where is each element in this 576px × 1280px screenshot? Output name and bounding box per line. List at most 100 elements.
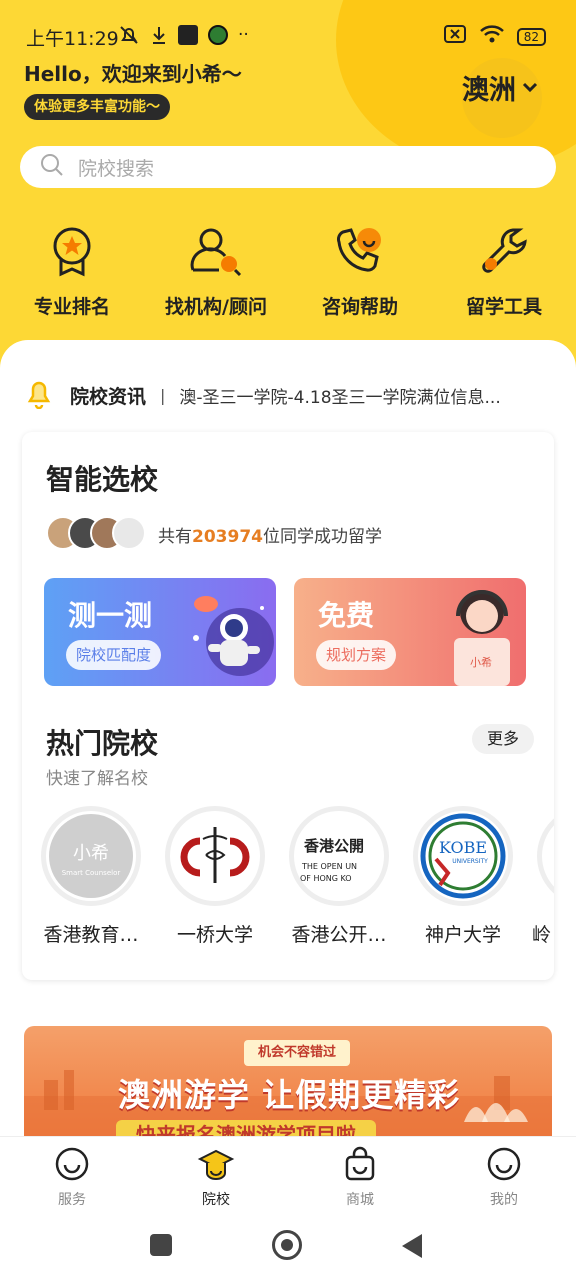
logo-subtext: THE OPEN UN: [301, 862, 357, 871]
school-name: 香港公开…: [291, 924, 387, 946]
wifi-icon: [479, 24, 505, 49]
mascot-label: 小希: [470, 655, 492, 669]
region-label: 澳洲: [462, 75, 516, 106]
tab-label: 商城: [346, 1192, 374, 1208]
school-item[interactable]: 岭: [532, 806, 554, 947]
banner-subtitle: 院校匹配度: [66, 640, 162, 670]
school-logo: KOBE UNIVERSITY: [413, 806, 513, 906]
quick-actions: 专业排名 找机构/顾问 咨询帮助 留学工具: [0, 224, 576, 319]
back-button[interactable]: [402, 1234, 422, 1258]
tab-schools[interactable]: 院校: [144, 1137, 288, 1216]
home-button[interactable]: [272, 1230, 302, 1260]
app-badge-icon: [208, 25, 228, 45]
chevron-down-icon: [522, 77, 538, 98]
recent-apps-button[interactable]: [150, 1234, 172, 1256]
logo-subtext: UNIVERSITY: [452, 858, 488, 865]
region-selector[interactable]: 澳洲: [462, 68, 538, 107]
bottom-tab-bar: 服务 院校 商城 我的: [0, 1136, 576, 1216]
banner-subtitle: 规划方案: [316, 640, 397, 670]
quick-action-label: 留学工具: [465, 296, 542, 318]
app-notification-icon: [178, 25, 198, 45]
search-placeholder: 院校搜索: [78, 157, 155, 180]
news-divider: |: [160, 385, 166, 405]
logo-text: 小希: [73, 843, 109, 864]
counselor-illustration: 小希: [454, 590, 510, 686]
quick-action-find-advisor[interactable]: 找机构/顾问: [144, 224, 288, 319]
smart-select-title: 智能选校: [46, 463, 159, 496]
status-bar: 上午11:29 ·· 82: [0, 20, 576, 54]
school-item[interactable]: 一桥大学: [160, 806, 270, 947]
header-background: 上午11:29 ·· 82 Hello，欢迎来到小希～ 体验更多丰富功能～ 澳洲: [0, 0, 576, 380]
hot-schools-subtitle: 快速了解名校: [46, 769, 148, 789]
school-item[interactable]: KOBE UNIVERSITY 神户大学: [408, 806, 518, 947]
logo-subtext: OF HONG KO: [300, 874, 352, 883]
student-avatars: [46, 516, 146, 550]
service-smile-icon: [55, 1147, 89, 1181]
count-prefix: 共有: [158, 527, 192, 547]
tab-label: 我的: [490, 1192, 518, 1208]
tab-label: 院校: [202, 1192, 230, 1208]
status-system-icons: 82: [443, 24, 546, 49]
tab-profile[interactable]: 我的: [432, 1137, 576, 1216]
hot-schools-title: 热门院校: [46, 727, 159, 760]
download-icon: [150, 25, 168, 45]
find-advisor-icon: [190, 228, 242, 277]
avatar: [112, 516, 146, 550]
profile-smile-icon: [487, 1147, 521, 1181]
greeting-text: Hello，欢迎来到小希～: [24, 62, 242, 86]
tab-service[interactable]: 服务: [0, 1137, 144, 1216]
logo-subtext: Smart Counselor: [62, 869, 121, 877]
school-name: 岭: [532, 924, 552, 946]
system-navigation-bar: [0, 1216, 576, 1280]
school-item[interactable]: 香港公開 THE OPEN UN OF HONG KO 香港公开…: [284, 806, 394, 947]
school-item[interactable]: 小希 Smart Counselor 香港教育…: [36, 806, 146, 947]
success-count: 203974: [192, 527, 263, 547]
tab-shop[interactable]: 商城: [288, 1137, 432, 1216]
ranking-badge-icon: [53, 227, 91, 277]
school-name: 神户大学: [424, 924, 501, 946]
sim-off-icon: [443, 24, 467, 49]
status-time: 上午11:29: [26, 28, 119, 50]
quick-action-consult[interactable]: 咨询帮助: [288, 224, 432, 319]
quick-action-ranking[interactable]: 专业排名: [0, 224, 144, 319]
logo-text: KOBE: [439, 838, 487, 857]
battery-indicator: 82: [516, 27, 546, 46]
shopping-bag-icon: [345, 1146, 375, 1181]
success-count-text: 共有203974位同学成功留学: [158, 522, 382, 547]
quick-action-tools[interactable]: 留学工具: [432, 224, 576, 319]
promo-title: 澳洲游学 让假期更精彩: [118, 1076, 461, 1114]
hot-schools-list: 小希 Smart Counselor 香港教育… 一桥大学 香港公開 THE O…: [22, 806, 554, 956]
count-suffix: 位同学成功留学: [262, 527, 382, 547]
school-name: 一桥大学: [176, 924, 253, 946]
news-headline[interactable]: 澳-圣三一学院-4.18圣三一学院满位信息...: [179, 383, 529, 408]
bell-icon: [24, 377, 54, 413]
quick-action-label: 找机构/顾问: [165, 296, 267, 318]
quick-action-label: 专业排名: [33, 296, 110, 318]
graduation-cap-icon: [197, 1149, 235, 1180]
status-notification-icons: ··: [118, 24, 249, 46]
feature-promo-pill[interactable]: 体验更多丰富功能～: [24, 94, 170, 120]
astronaut-illustration: [193, 596, 274, 676]
search-icon: [40, 153, 64, 181]
logo-text: 香港公開: [304, 837, 364, 855]
study-tour-promo-banner[interactable]: 机会不容错过 澳洲游学 让假期更精彩 快来报名澳洲游学项目啦: [24, 1026, 552, 1142]
mute-bell-icon: [118, 24, 140, 46]
school-logo: 小希 Smart Counselor: [41, 806, 141, 906]
free-plan-banner[interactable]: 免费 规划方案 小希: [294, 578, 526, 686]
more-dots-icon: ··: [238, 25, 249, 45]
banner-title: 测一测: [68, 599, 153, 632]
match-test-banner[interactable]: 测一测 院校匹配度: [44, 578, 276, 686]
search-input[interactable]: 院校搜索: [20, 146, 556, 188]
more-schools-button[interactable]: 更多: [472, 724, 534, 754]
school-news-ticker[interactable]: 院校资讯 | 澳-圣三一学院-4.18圣三一学院满位信息...: [24, 378, 554, 412]
school-logo: 香港公開 THE OPEN UN OF HONG KO: [289, 806, 389, 906]
quick-action-label: 咨询帮助: [321, 296, 398, 318]
school-name: 香港教育…: [43, 924, 139, 946]
smart-select-card: 智能选校 共有203974位同学成功留学 测一测 院校匹配度 免费 规划方案 小…: [22, 432, 554, 980]
phone-chat-icon: [337, 228, 381, 272]
school-logo: [165, 806, 265, 906]
banner-title: 免费: [318, 599, 375, 632]
wrench-icon: [482, 228, 527, 273]
school-logo: [537, 806, 554, 906]
tab-label: 服务: [58, 1192, 86, 1208]
